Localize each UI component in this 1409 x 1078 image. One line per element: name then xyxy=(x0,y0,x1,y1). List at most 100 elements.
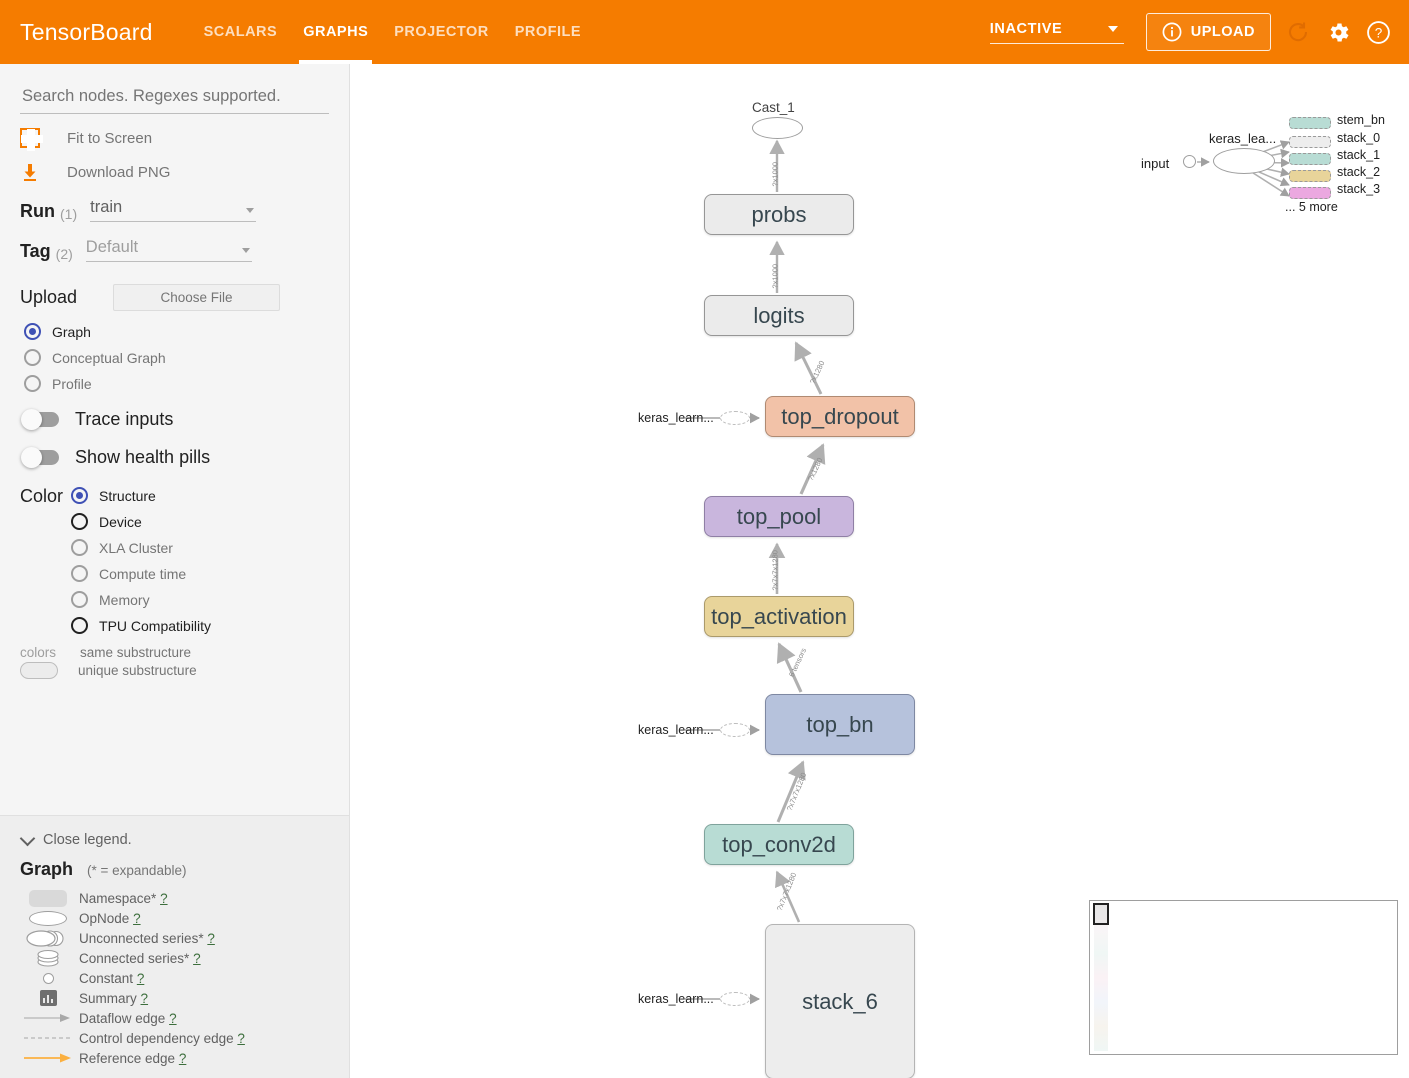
graph-node-probs[interactable]: probs xyxy=(704,194,854,235)
tag-count: (2) xyxy=(55,246,73,262)
help-link[interactable]: ? xyxy=(137,971,145,986)
opnode-label-cast-1: Cast_1 xyxy=(752,100,795,115)
fit-to-screen-button[interactable]: Fit to Screen xyxy=(20,128,349,151)
radio-color-device-label: Device xyxy=(99,513,142,530)
graph-node-top-activation[interactable]: top_activation xyxy=(704,596,854,637)
radio-conceptual-graph-indicator xyxy=(24,349,41,366)
graph-node-label: top_bn xyxy=(806,711,874,737)
legend-constant-label: Constant xyxy=(79,970,134,986)
graph-canvas[interactable]: Cast_1 probs logits top_dropout top_pool… xyxy=(351,64,1409,1078)
toggle-show-health-pills-switch[interactable] xyxy=(21,447,59,468)
preview-chip-stack-3[interactable] xyxy=(1289,187,1331,199)
help-link[interactable]: ? xyxy=(179,1051,187,1066)
radio-graph[interactable]: Graph xyxy=(24,323,349,340)
radio-conceptual-graph[interactable]: Conceptual Graph xyxy=(24,349,349,366)
radio-graph-indicator xyxy=(24,323,41,340)
legend-item-control-dependency-edge: Control dependency edge ? xyxy=(20,1028,349,1048)
info-icon xyxy=(1162,22,1182,42)
radio-color-tpu-compatibility[interactable]: TPU Compatibility xyxy=(71,617,211,634)
radio-color-memory-label: Memory xyxy=(99,591,150,608)
graph-node-stack-6[interactable]: stack_6 xyxy=(765,924,915,1078)
preview-center-node[interactable] xyxy=(1213,148,1275,174)
toggle-show-health-pills-label: Show health pills xyxy=(75,447,211,467)
radio-color-memory[interactable]: Memory xyxy=(71,591,211,608)
preview-chip-label: stack_1 xyxy=(1337,148,1381,162)
graph-node-label: stack_6 xyxy=(802,988,878,1014)
graph-node-top-pool[interactable]: top_pool xyxy=(704,496,854,537)
graph-node-top-bn[interactable]: top_bn xyxy=(765,694,915,755)
same-substructure-label: same substructure xyxy=(80,645,192,660)
input-stub-node[interactable] xyxy=(720,411,750,425)
radio-color-xla-cluster[interactable]: XLA Cluster xyxy=(71,539,211,556)
input-stub-node[interactable] xyxy=(720,992,750,1006)
preview-chip-stem-bn[interactable] xyxy=(1289,117,1331,129)
edge-label: ?x1000 xyxy=(770,161,780,187)
minimap-viewport[interactable] xyxy=(1093,903,1109,925)
preview-chip-stack-2[interactable] xyxy=(1289,170,1331,182)
radio-profile[interactable]: Profile xyxy=(24,375,349,392)
radio-color-tpu-compatibility-label: TPU Compatibility xyxy=(99,617,212,634)
toggle-trace-inputs-label: Trace inputs xyxy=(75,409,174,429)
search-input[interactable] xyxy=(20,86,329,107)
upload-label: Upload xyxy=(20,287,78,307)
chevron-down-icon xyxy=(246,208,255,213)
graph-node-top-dropout[interactable]: top_dropout xyxy=(765,396,915,437)
legend-heading: Graph (* = expandable) xyxy=(20,859,349,880)
graph-node-logits[interactable]: logits xyxy=(704,295,854,336)
refresh-icon[interactable] xyxy=(1285,19,1311,45)
unconnected-series-icon xyxy=(20,929,76,947)
help-link[interactable]: ? xyxy=(133,911,141,926)
upload-button[interactable]: UPLOAD xyxy=(1145,13,1271,51)
legend-control-dependency-edge-label: Control dependency edge xyxy=(79,1030,234,1046)
graph-minimap[interactable] xyxy=(1089,900,1398,1055)
search-field[interactable] xyxy=(20,86,329,114)
help-link[interactable]: ? xyxy=(169,1011,177,1026)
radio-color-structure[interactable]: Structure xyxy=(71,487,211,504)
tab-scalars[interactable]: SCALARS xyxy=(191,0,291,64)
radio-color-compute-time[interactable]: Compute time xyxy=(71,565,211,582)
radio-color-xla-cluster-label: XLA Cluster xyxy=(99,539,173,556)
help-link[interactable]: ? xyxy=(207,931,215,946)
run-dropdown[interactable]: train xyxy=(90,198,257,222)
run-status-select[interactable]: INACTIVE xyxy=(989,21,1124,44)
app-header: TensorBoard SCALARS GRAPHS PROJECTOR PRO… xyxy=(0,0,1409,64)
unique-substructure-swatch xyxy=(20,662,58,679)
toggle-show-health-pills[interactable]: Show health pills xyxy=(21,447,349,468)
tab-projector[interactable]: PROJECTOR xyxy=(381,0,501,64)
download-png-button[interactable]: Download PNG xyxy=(20,162,349,182)
run-dropdown-value: train xyxy=(90,198,123,216)
toggle-trace-inputs-switch[interactable] xyxy=(21,409,59,430)
help-link[interactable]: ? xyxy=(237,1031,245,1046)
color-legend-unique: unique substructure xyxy=(0,662,349,679)
preview-chip-stack-0[interactable] xyxy=(1289,136,1331,148)
help-link[interactable]: ? xyxy=(141,991,149,1006)
graph-node-top-conv2d[interactable]: top_conv2d xyxy=(704,824,854,865)
chevron-down-icon xyxy=(1107,25,1118,32)
legend-item-namespace: Namespace* ? xyxy=(20,888,349,908)
help-link[interactable]: ? xyxy=(193,951,201,966)
toggle-trace-inputs[interactable]: Trace inputs xyxy=(21,409,349,430)
graph-legend-panel: Close legend. Graph (* = expandable) Nam… xyxy=(0,815,350,1078)
preview-input-node[interactable] xyxy=(1183,155,1196,168)
choose-file-button[interactable]: Choose File xyxy=(113,284,281,311)
fit-to-screen-icon xyxy=(20,128,43,151)
close-legend-button[interactable]: Close legend. xyxy=(19,830,349,848)
input-stub-label: keras_learn... xyxy=(638,411,714,425)
header-actions: INACTIVE UPLOAD ? xyxy=(989,13,1391,51)
tab-graphs[interactable]: GRAPHS xyxy=(290,0,381,64)
help-link[interactable]: ? xyxy=(160,891,168,906)
tab-profile[interactable]: PROFILE xyxy=(502,0,594,64)
color-section-label: Color xyxy=(20,486,64,506)
preview-chip-stack-1[interactable] xyxy=(1289,153,1331,165)
tag-label: Tag xyxy=(20,241,51,261)
connected-series-icon xyxy=(20,949,76,968)
help-icon[interactable]: ? xyxy=(1365,19,1391,45)
preview-chip-label: stack_3 xyxy=(1337,182,1381,196)
chevron-down-icon xyxy=(241,248,250,253)
gear-icon[interactable] xyxy=(1325,19,1351,45)
main-nav: SCALARS GRAPHS PROJECTOR PROFILE xyxy=(191,0,594,64)
radio-color-device[interactable]: Device xyxy=(71,513,211,530)
input-stub-node[interactable] xyxy=(720,723,750,737)
opnode-cast-1[interactable] xyxy=(752,117,803,139)
tag-dropdown[interactable]: Default xyxy=(85,238,252,262)
